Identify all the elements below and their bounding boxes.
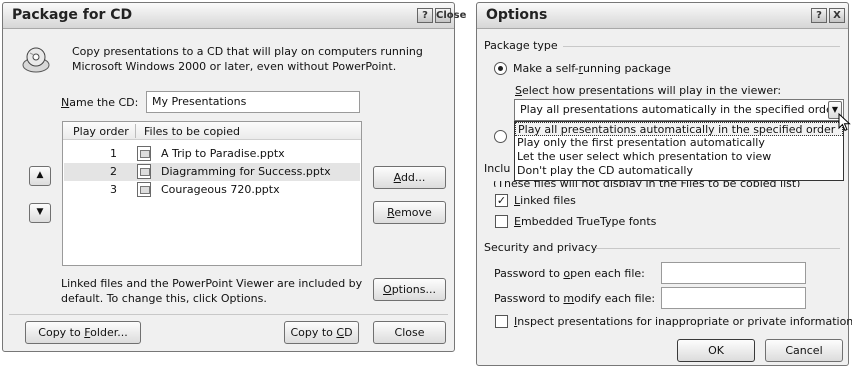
file-name: A Trip to Paradise.pptx bbox=[161, 147, 285, 160]
copy-to-cd-button[interactable]: Copy to CD bbox=[284, 321, 359, 344]
file-row[interactable]: 1 A Trip to Paradise.pptx bbox=[64, 145, 360, 163]
password-modify-input[interactable] bbox=[661, 287, 806, 309]
select-viewer-label: Select how presentations will play in th… bbox=[515, 84, 782, 97]
column-header-play-order[interactable]: Play order bbox=[73, 125, 129, 138]
cd-name-input[interactable]: My Presentations bbox=[146, 91, 360, 113]
up-arrow-icon: ▲ bbox=[36, 170, 44, 180]
dropdown-option[interactable]: Play only the first presentation automat… bbox=[515, 136, 843, 150]
security-legend: Security and privacy bbox=[484, 241, 598, 254]
file-name: Diagramming for Success.pptx bbox=[161, 165, 331, 178]
ok-button[interactable]: OK bbox=[677, 339, 755, 362]
options-dialog-titlebar: Options ? X bbox=[477, 3, 848, 29]
cd-package-icon bbox=[22, 47, 50, 73]
self-running-label[interactable]: Make a self-running package bbox=[513, 62, 671, 75]
file-order: 2 bbox=[110, 165, 117, 178]
inspect-checkbox[interactable] bbox=[495, 315, 508, 328]
package-dialog-title: Package for CD bbox=[12, 7, 133, 23]
close-button[interactable]: Close bbox=[373, 321, 446, 344]
file-row-selected[interactable]: 2 Diagramming for Success.pptx bbox=[64, 163, 360, 181]
dropdown-option[interactable]: Let the user select which presentation t… bbox=[515, 150, 843, 164]
include-legend-partial: Inclu bbox=[484, 162, 511, 175]
file-order: 1 bbox=[110, 147, 117, 160]
embedded-fonts-label[interactable]: Embedded TrueType fonts bbox=[514, 215, 656, 228]
options-dialog: Options ? X Package type Make a self-run… bbox=[476, 2, 852, 366]
options-button[interactable]: Options... bbox=[373, 278, 446, 301]
remove-button[interactable]: Remove bbox=[373, 201, 446, 224]
package-type-rule bbox=[563, 46, 840, 47]
cancel-button[interactable]: Cancel bbox=[765, 339, 843, 362]
name-cd-label: Name the CD: bbox=[61, 96, 139, 109]
password-open-label: Password to open each file: bbox=[494, 267, 645, 280]
pptx-file-icon bbox=[137, 146, 151, 161]
close-window-button[interactable]: Close bbox=[435, 8, 466, 23]
self-running-radio[interactable] bbox=[494, 62, 507, 75]
dropdown-option-highlighted[interactable]: Play all presentations automatically in … bbox=[515, 122, 843, 136]
package-for-cd-dialog: Package for CD ? Close Copy presentation… bbox=[2, 2, 466, 352]
pptx-file-icon bbox=[137, 164, 151, 179]
column-divider bbox=[135, 124, 136, 138]
viewer-mode-dropdown-list: Play all presentations automatically in … bbox=[514, 121, 844, 181]
description-line-2: Microsoft Windows 2000 or later, even wi… bbox=[72, 60, 397, 73]
viewer-mode-select[interactable]: Play all presentations automatically in … bbox=[514, 99, 844, 121]
pptx-file-icon bbox=[137, 182, 151, 197]
package-dialog-titlebar: Package for CD ? Close bbox=[3, 3, 466, 29]
info-line-2: default. To change this, click Options. bbox=[61, 292, 267, 305]
down-arrow-icon: ▼ bbox=[36, 207, 44, 217]
options-dialog-title: Options bbox=[486, 7, 548, 23]
description-line-1: Copy presentations to a CD that will pla… bbox=[72, 45, 423, 58]
move-down-button[interactable]: ▼ bbox=[29, 203, 51, 223]
inspect-label[interactable]: Inspect presentations for inappropriate … bbox=[514, 315, 852, 328]
info-line-1: Linked files and the PowerPoint Viewer a… bbox=[61, 277, 363, 290]
dropdown-option[interactable]: Don't play the CD automatically bbox=[515, 164, 843, 178]
password-open-input[interactable] bbox=[661, 262, 806, 284]
archive-package-radio[interactable] bbox=[494, 130, 507, 143]
copy-to-folder-button[interactable]: Copy to Folder... bbox=[25, 321, 141, 344]
footer-separator bbox=[9, 314, 448, 315]
file-row[interactable]: 3 Courageous 720.pptx bbox=[64, 181, 360, 199]
pointer-cursor-icon bbox=[838, 113, 851, 132]
package-type-legend: Package type bbox=[484, 39, 558, 52]
files-list[interactable]: Play order Files to be copied 1 A Trip t… bbox=[62, 121, 362, 266]
linked-files-checkbox[interactable]: ✓ bbox=[495, 194, 508, 207]
file-name: Courageous 720.pptx bbox=[161, 183, 280, 196]
linked-files-label[interactable]: Linked files bbox=[514, 194, 576, 207]
security-rule bbox=[595, 248, 840, 249]
move-up-button[interactable]: ▲ bbox=[29, 166, 51, 186]
help-button[interactable]: ? bbox=[811, 8, 827, 23]
embedded-fonts-checkbox[interactable] bbox=[495, 215, 508, 228]
help-button[interactable]: ? bbox=[417, 8, 433, 23]
column-header-files[interactable]: Files to be copied bbox=[144, 125, 240, 138]
add-button[interactable]: Add... bbox=[373, 166, 446, 189]
close-window-button[interactable]: X bbox=[829, 8, 845, 23]
password-modify-label: Password to modify each file: bbox=[494, 292, 656, 305]
file-order: 3 bbox=[110, 183, 117, 196]
